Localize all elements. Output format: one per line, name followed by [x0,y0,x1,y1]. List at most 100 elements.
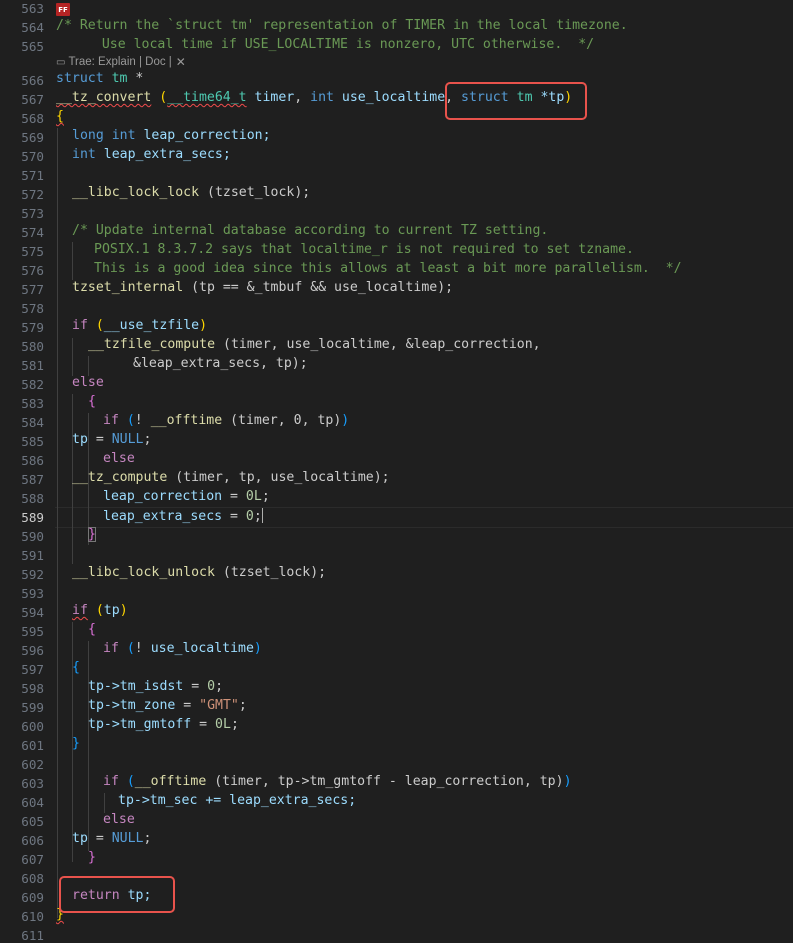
line-number: 565 [21,39,44,54]
code-line-594: if (tp) [72,603,128,618]
code-editor[interactable]: 563 564 565 566 567 568 569 570 571 572 … [0,0,793,943]
indent-guide [57,128,58,918]
line-number: 586 [21,453,44,468]
line-number: 598 [21,681,44,696]
code-line-581: &leap_extra_secs, tp); [133,356,308,371]
line-number: 570 [21,149,44,164]
highlight-box-return [59,876,175,913]
line-number: 593 [21,586,44,601]
line-number: 610 [21,909,44,924]
line-number: 581 [21,358,44,373]
code-line-587: __tz_compute (timer, tp, use_localtime); [72,470,390,485]
code-line-596: if (! use_localtime) [103,641,262,656]
line-number: 605 [21,814,44,829]
indent-guide [104,793,105,813]
line-number: 584 [21,415,44,430]
line-number: 574 [21,225,44,240]
code-line-589[interactable]: leap_extra_secs = 0; [103,508,263,524]
line-number: 594 [21,605,44,620]
code-line-607: } [88,850,96,865]
line-number: 609 [21,890,44,905]
text-cursor [261,508,263,523]
line-number: 602 [21,757,44,772]
line-number: 603 [21,776,44,791]
code-line-592: __libc_lock_unlock (tzset_lock); [72,565,327,580]
code-line-606: tp = NULL; [72,831,152,846]
indent-guide [72,338,73,376]
code-line-577: tzset_internal (tp == &_tmbuf && use_loc… [72,280,454,295]
line-number: 600 [21,719,44,734]
line-number: 607 [21,852,44,867]
code-line-595: { [88,622,96,637]
code-line-583: { [88,394,96,409]
line-number: 577 [21,282,44,297]
codelens-actions[interactable]: ▭ Trae: Explain | Doc | ✕ [56,55,186,69]
code-line-584: if (! __offtime (timer, 0, tp)) [103,413,350,428]
line-number-active: 589 [21,510,44,525]
highlight-box-param [445,82,587,120]
code-line-601: } [72,736,80,751]
line-number: 564 [21,20,44,35]
line-number: 572 [21,187,44,202]
indent-guide [88,356,89,376]
line-number: 590 [21,529,44,544]
line-number: 569 [21,130,44,145]
code-line-600: tp->tm_gmtoff = 0L; [88,717,239,732]
line-number: 608 [21,871,44,886]
line-number: 578 [21,301,44,316]
code-line-588: leap_correction = 0L; [103,489,270,504]
line-number: 575 [21,244,44,259]
chat-icon: ▭ [56,56,66,68]
indent-guide [88,641,89,851]
code-line-597: { [72,660,80,675]
line-number: 587 [21,472,44,487]
line-number: 583 [21,396,44,411]
line-number: 585 [21,434,44,449]
code-line-569: long int leap_correction; [72,128,271,143]
line-number: 595 [21,624,44,639]
code-line-580: __tzfile_compute (timer, use_localtime, … [88,337,541,352]
code-line-579: if (__use_tzfile) [72,318,208,333]
code-line-604: tp->tm_sec += leap_extra_secs; [118,793,357,808]
line-number: 591 [21,548,44,563]
code-line-586: else [103,451,135,466]
code-line-582: else [72,375,104,390]
extension-badge-icon[interactable]: FF [56,3,70,16]
code-line-566: struct tm * [56,71,144,86]
codelens-label[interactable]: Trae: Explain | Doc | [68,56,171,68]
line-number: 611 [21,928,44,943]
line-number: 568 [21,111,44,126]
code-line-568: { [56,109,64,124]
code-line-574: /* Update internal database according to… [72,223,549,238]
code-line-605: else [103,812,135,827]
line-number: 604 [21,795,44,810]
line-number: 599 [21,700,44,715]
line-number: 566 [21,73,44,88]
code-line-565: Use local time if USE_LOCALTIME is nonze… [78,37,595,52]
line-number: 567 [21,92,44,107]
code-line-590: } [88,527,96,542]
line-number: 597 [21,662,44,677]
code-line-598: tp->tm_isdst = 0; [88,679,224,694]
close-icon[interactable]: ✕ [176,55,186,69]
line-number: 582 [21,377,44,392]
line-number: 580 [21,339,44,354]
line-number: 576 [21,263,44,278]
code-line-599: tp->tm_zone = "GMT"; [88,698,247,713]
line-number: 601 [21,738,44,753]
line-number: 596 [21,643,44,658]
line-number: 592 [21,567,44,582]
code-line-576: This is a good idea since this allows at… [94,261,682,276]
line-number: 573 [21,206,44,221]
code-line-603: if (__offtime (timer, tp->tm_gmtoff - le… [103,774,572,789]
line-number: 579 [21,320,44,335]
code-line-575: POSIX.1 8.3.7.2 says that localtime_r is… [94,242,634,257]
indent-guide [72,242,73,280]
line-number: 571 [21,168,44,183]
line-number: 588 [21,491,44,506]
code-line-570: int leap_extra_secs; [72,147,231,162]
line-number: 563 [21,1,44,16]
code-line-585: tp = NULL; [72,432,152,447]
line-number: 606 [21,833,44,848]
code-line-572: __libc_lock_lock (tzset_lock); [72,185,311,200]
